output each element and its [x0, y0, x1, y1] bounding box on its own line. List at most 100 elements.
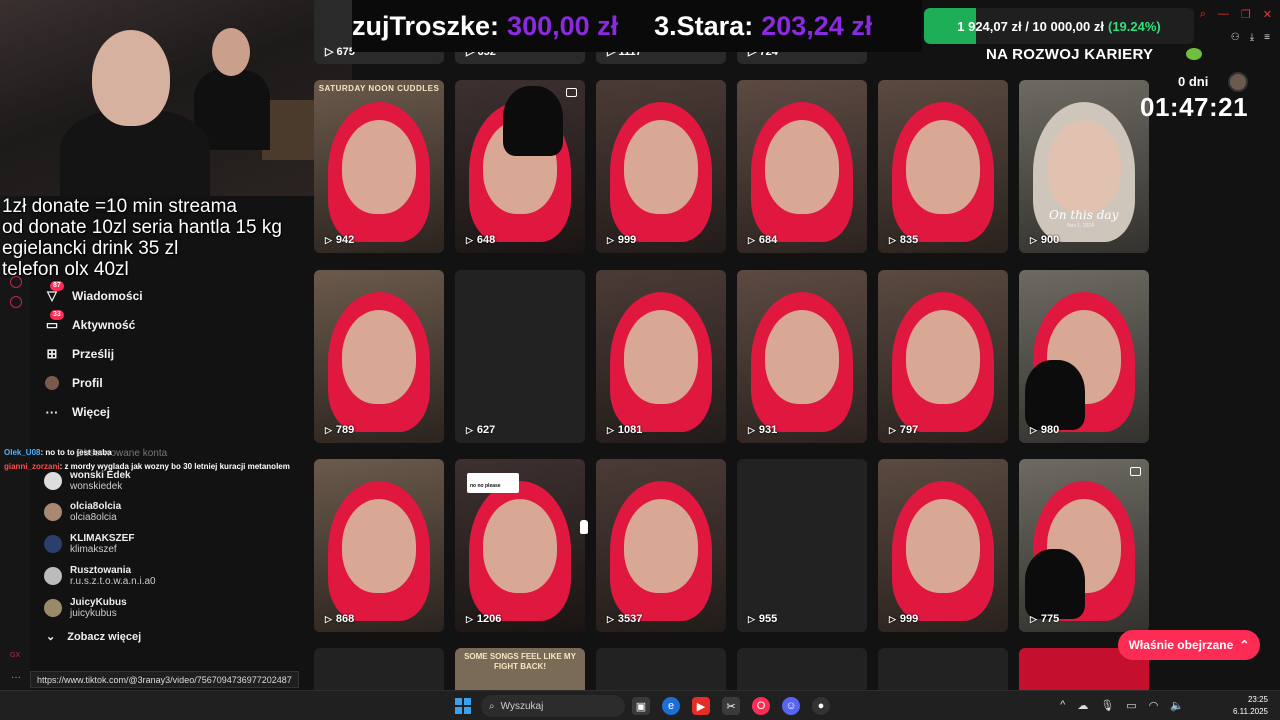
close-icon[interactable]: ✕: [1263, 8, 1272, 21]
video-tile[interactable]: ▷ 955: [737, 459, 867, 632]
task-view-icon[interactable]: ▣: [632, 697, 650, 715]
donation-goal-bar: 1 924,07 zł / 10 000,00 zł (19.24%): [924, 8, 1194, 44]
account-item[interactable]: JuicyKubus juicykubus: [44, 593, 127, 623]
sidebar-item-profile[interactable]: Profil: [44, 371, 103, 395]
video-tile[interactable]: ▷ 789: [314, 270, 444, 443]
video-tile[interactable]: ▷ 3537: [596, 459, 726, 632]
volume-icon[interactable]: 🔈: [1170, 699, 1184, 712]
avatar: [1228, 72, 1248, 92]
snipping-tool-icon[interactable]: ✂: [722, 697, 740, 715]
play-icon: ▷: [466, 424, 473, 435]
view-count-number: 931: [758, 424, 778, 436]
video-tile[interactable]: ▷ 931: [737, 270, 867, 443]
video-tile[interactable]: ▷ 627: [455, 270, 585, 443]
video-tile[interactable]: ▷ 980: [1019, 270, 1149, 443]
view-count: ▷ 931: [748, 424, 777, 436]
windows-start-icon[interactable]: [455, 698, 471, 714]
video-tile[interactable]: ▷ 684: [737, 80, 867, 253]
search-icon[interactable]: ⌕: [1200, 8, 1206, 21]
timer-time: 01:47:21: [1140, 92, 1249, 122]
play-icon: ▷: [1030, 234, 1037, 245]
restore-icon[interactable]: ❐: [1241, 8, 1251, 21]
video-tile[interactable]: ▷ 999: [878, 459, 1008, 632]
view-count: ▷ 1206: [466, 613, 501, 625]
video-tile[interactable]: ▷ 868: [314, 459, 444, 632]
taskbar-clock[interactable]: 23:25 6.11.2025: [1233, 694, 1268, 718]
view-count: ▷ 835: [889, 234, 918, 246]
goal-amount: 1 924,07 zł / 10 000,00 zł: [957, 18, 1104, 34]
download-icon[interactable]: ⤓: [1250, 32, 1254, 43]
view-count: ▷ 789: [325, 424, 354, 436]
recently-watched-label: Właśnie obejrzane: [1128, 638, 1234, 652]
video-tile-partial[interactable]: [596, 648, 726, 690]
view-count: ▷ 942: [325, 234, 354, 246]
gx-label: GX: [10, 652, 21, 659]
see-more-button[interactable]: ⌄ Zobacz więcej: [46, 630, 142, 644]
see-more-label: Zobacz więcej: [67, 630, 142, 643]
view-count-number: 980: [1040, 424, 1060, 436]
profile-icon[interactable]: ⚇: [1231, 32, 1240, 43]
account-item[interactable]: olcia8olcia olcia8olcia: [44, 497, 121, 527]
multi-photo-icon: [566, 88, 577, 97]
view-count: ▷ 627: [466, 424, 495, 436]
video-tile[interactable]: ▷ 999: [596, 80, 726, 253]
video-thumbnail: [737, 459, 867, 632]
account-item[interactable]: Rusztowania r.u.s.z.t.o.w.a.n.i.a0: [44, 561, 156, 591]
minimize-icon[interactable]: —: [1218, 8, 1229, 21]
chevron-up-icon[interactable]: ^: [1060, 699, 1065, 712]
activity-badge: 33: [50, 310, 64, 320]
face-shape: [765, 310, 839, 404]
video-tile[interactable]: On this day Nov 1, 2024 ▷ 900: [1019, 80, 1149, 253]
video-tile[interactable]: ▷ 797: [878, 270, 1008, 443]
avatar: [44, 472, 62, 490]
view-count-number: 789: [335, 424, 355, 436]
account-handle: r.u.s.z.t.o.w.a.n.i.a0: [70, 576, 156, 587]
sidebar-item-activity[interactable]: ▭ 33 Aktywność: [44, 310, 135, 337]
menu-icon[interactable]: ≡: [1264, 32, 1270, 43]
video-caption: SATURDAY NOON CUDDLES: [318, 84, 440, 93]
obs-icon[interactable]: ●: [812, 697, 830, 715]
video-tile[interactable]: ▷ 648: [455, 80, 585, 253]
video-tile-partial[interactable]: [314, 648, 444, 690]
sidebar-item-more[interactable]: ··· Więcej: [44, 400, 110, 424]
more-icon[interactable]: ···: [11, 672, 21, 683]
avatar: [44, 535, 62, 553]
view-count-number: 3537: [617, 613, 643, 625]
youtube-icon[interactable]: ▶: [692, 697, 710, 715]
video-tile[interactable]: SATURDAY NOON CUDDLES ▷ 942: [314, 80, 444, 253]
video-tile-partial[interactable]: SOME SONGS FEEL LIKE MY FIGHT BACK!: [455, 648, 585, 690]
sidebar-item-messages[interactable]: ▽ 87 Wiadomości: [44, 281, 143, 308]
clock-time: 23:25: [1247, 695, 1268, 704]
cloud-icon[interactable]: ☁: [1077, 699, 1088, 712]
inbox-icon: ▭ 33: [44, 310, 64, 333]
recently-watched-button[interactable]: Właśnie obejrzane ⌃: [1118, 630, 1260, 660]
wifi-icon[interactable]: ◠: [1149, 699, 1159, 712]
sidebar-item-label: Więcej: [72, 405, 110, 419]
screen: GX ··· ▽ 87 Wiadomości ▭ 33 Aktywność ⊞ Pr…: [0, 0, 1280, 720]
discord-icon[interactable]: ☺: [782, 697, 800, 715]
play-icon: ▷: [1030, 424, 1037, 435]
face-shape: [483, 499, 557, 593]
video-tile-partial[interactable]: [737, 648, 867, 690]
video-tile-partial[interactable]: [878, 648, 1008, 690]
video-tile[interactable]: no no please ▷ 1206: [455, 459, 585, 632]
video-tile[interactable]: ▷ 1081: [596, 270, 726, 443]
sidebar-item-label: Profil: [72, 376, 103, 390]
video-tile[interactable]: ▷ 835: [878, 80, 1008, 253]
account-item[interactable]: KLIMAKSZEF klimakszef: [44, 529, 134, 559]
person-image: [212, 28, 250, 76]
taskbar-search[interactable]: ⌕ Wyszukaj: [481, 695, 625, 717]
edge-icon[interactable]: e: [662, 697, 680, 715]
face-shape: [906, 120, 980, 214]
settings-icon[interactable]: [10, 296, 22, 308]
video-tile[interactable]: ▷ 775: [1019, 459, 1149, 632]
chevron-up-icon: ⌃: [1239, 638, 1250, 652]
cat-image: [503, 86, 563, 156]
person-image: [92, 30, 170, 126]
opera-gx-icon[interactable]: O: [752, 697, 770, 715]
account-name: olcia8olcia: [70, 501, 122, 512]
sidebar-item-upload[interactable]: ⊞ Prześlij: [44, 342, 114, 366]
play-icon: ▷: [325, 234, 332, 245]
display-icon[interactable]: ▭: [1126, 699, 1136, 712]
microphone-icon[interactable]: 🎙: [1100, 699, 1114, 712]
